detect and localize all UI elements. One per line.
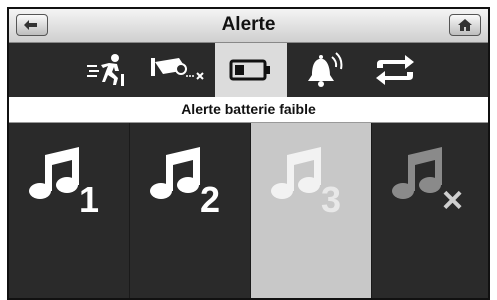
- tone-option-1[interactable]: 1: [9, 123, 130, 298]
- tone-option-2[interactable]: 2: [130, 123, 251, 298]
- tone-option-label: ×: [442, 179, 464, 220]
- camera-disconnected-icon: [151, 58, 204, 80]
- battery-low-icon: [229, 59, 270, 81]
- motion-alert-icon: [87, 54, 124, 86]
- tab-motion-alert[interactable]: [71, 43, 143, 97]
- tone-option-3[interactable]: 3: [251, 123, 372, 298]
- music-note-icon: [150, 147, 200, 199]
- tone-option-label: 1: [79, 179, 100, 220]
- tab-camera-disconnected[interactable]: [143, 43, 215, 97]
- tone-option-mute[interactable]: ×: [372, 123, 488, 298]
- tone-option-label: 2: [200, 179, 221, 220]
- section-subtitle: Alerte batterie faible: [9, 97, 488, 123]
- tone-options: 1 2 3 ×: [9, 123, 488, 298]
- home-button[interactable]: [449, 14, 481, 36]
- repeat-icon: [376, 55, 414, 85]
- tab-repeat[interactable]: [359, 43, 431, 97]
- tab-bell-alarm[interactable]: [287, 43, 359, 97]
- home-icon: [458, 19, 472, 31]
- title-bar: Alerte: [9, 9, 488, 43]
- music-note-icon: [271, 147, 321, 199]
- app-window: Alerte Alerte batterie faible 1 2 3 ×: [7, 7, 490, 300]
- tab-battery-low[interactable]: [215, 43, 287, 97]
- music-note-muted-icon: [392, 147, 442, 199]
- tab-bar: [9, 43, 488, 97]
- page-title: Alerte: [221, 14, 276, 35]
- tone-option-label: 3: [321, 179, 342, 220]
- bell-alarm-icon: [308, 52, 343, 87]
- music-note-icon: [29, 147, 79, 199]
